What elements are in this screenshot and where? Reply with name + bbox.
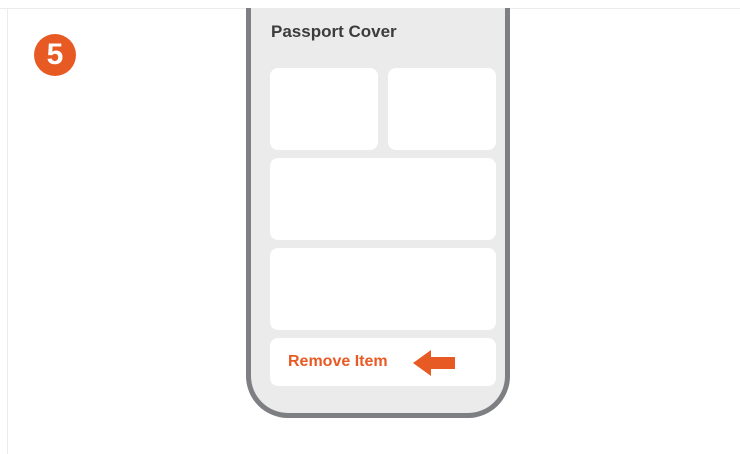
left-divider bbox=[7, 8, 8, 454]
placeholder-card[interactable] bbox=[270, 248, 496, 330]
tutorial-stage: 5 Passport Cover Remove Item bbox=[0, 0, 740, 454]
remove-item-label: Remove Item bbox=[288, 353, 388, 370]
arrow-left-icon bbox=[413, 350, 455, 376]
page-title: Passport Cover bbox=[271, 22, 397, 41]
placeholder-card[interactable] bbox=[388, 68, 496, 150]
step-number-badge: 5 bbox=[34, 34, 76, 76]
remove-item-button[interactable]: Remove Item bbox=[270, 338, 496, 386]
placeholder-card[interactable] bbox=[270, 158, 496, 240]
placeholder-card[interactable] bbox=[270, 68, 378, 150]
phone-screen: Passport Cover Remove Item bbox=[246, 8, 510, 418]
